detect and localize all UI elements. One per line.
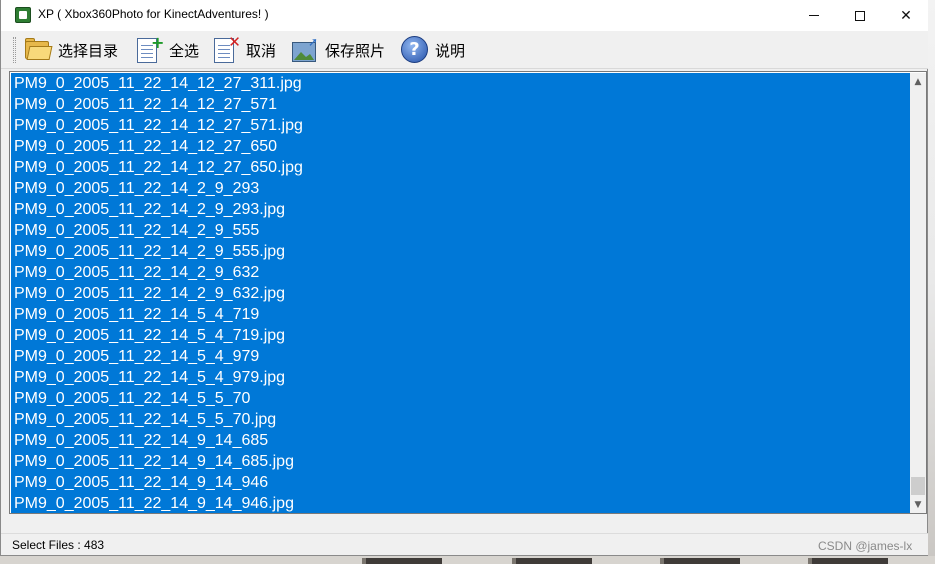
desktop-thumbnail [512,558,592,564]
status-bar: Select Files : 483 [1,533,928,555]
file-list-item[interactable]: PM9_0_2005_11_22_14_9_14_685 [11,430,910,451]
close-icon: ✕ [900,7,912,24]
save-photo-icon: ➚ [290,36,320,64]
document-remove-icon: ✕ [211,35,241,64]
select-directory-label: 选择目录 [58,41,119,60]
title-bar[interactable]: XP ( Xbox360Photo for KinectAdventures! … [1,0,928,31]
file-list-item[interactable]: PM9_0_2005_11_22_14_2_9_293.jpg [11,199,910,220]
help-icon: ? [400,36,430,64]
file-list-item[interactable]: PM9_0_2005_11_22_14_12_27_311.jpg [11,73,910,94]
file-list-item[interactable]: PM9_0_2005_11_22_14_9_14_685.jpg [11,451,910,472]
maximize-button[interactable] [837,0,883,31]
app-icon[interactable] [15,7,31,23]
file-list-item[interactable]: PM9_0_2005_11_22_14_5_4_979 [11,346,910,367]
maximize-icon [855,10,865,21]
select-all-button[interactable]: + 全选 [134,34,199,66]
minimize-icon [809,15,819,16]
desktop-thumbnail [808,558,888,564]
toolbar: 选择目录 + 全选 ✕ 取消 ➚ 保存照片 ? 说明 [1,31,928,69]
file-list-item[interactable]: PM9_0_2005_11_22_14_12_27_650 [11,136,910,157]
file-list-item[interactable]: PM9_0_2005_11_22_14_2_9_632.jpg [11,283,910,304]
folder-icon [23,36,53,64]
cancel-button[interactable]: ✕ 取消 [211,34,276,66]
scroll-up-icon[interactable]: ▲ [910,73,926,90]
file-list-item[interactable]: PM9_0_2005_11_22_14_2_9_555.jpg [11,241,910,262]
file-list-item[interactable]: PM9_0_2005_11_22_14_12_27_650.jpg [11,157,910,178]
select-directory-button[interactable]: 选择目录 [23,34,118,66]
vertical-scrollbar[interactable]: ▲ ▼ [910,73,926,513]
app-window: XP ( Xbox360Photo for KinectAdventures! … [0,0,928,556]
file-list-item[interactable]: PM9_0_2005_11_22_14_12_27_571.jpg [11,115,910,136]
file-list-item[interactable]: PM9_0_2005_11_22_14_5_4_719.jpg [11,325,910,346]
file-listbox[interactable]: PM9_0_2005_11_22_14_12_27_311.jpg PM9_0_2… [9,71,927,514]
help-label: 说明 [435,41,466,60]
save-photos-button[interactable]: ➚ 保存照片 [290,34,385,66]
file-list-item[interactable]: PM9_0_2005_11_22_14_5_4_979.jpg [11,367,910,388]
file-list-item[interactable]: PM9_0_2005_11_22_14_12_27_571 [11,94,910,115]
file-list-item[interactable]: PM9_0_2005_11_22_14_2_9_632 [11,262,910,283]
file-list-item[interactable]: PM9_0_2005_11_22_14_2_9_293 [11,178,910,199]
help-button[interactable]: ? 说明 [400,34,465,66]
window-title: XP ( Xbox360Photo for KinectAdventures! … [38,7,269,21]
watermark: CSDN @james-lx [818,539,913,553]
desktop-background-right [928,0,935,564]
document-add-icon: + [134,35,164,64]
scrollbar-thumb[interactable] [911,477,925,495]
file-list-item[interactable]: PM9_0_2005_11_22_14_5_4_719 [11,304,910,325]
file-list-item[interactable]: PM9_0_2005_11_22_14_9_14_946 [11,472,910,493]
save-photos-label: 保存照片 [325,41,386,60]
select-all-label: 全选 [169,41,200,60]
close-button[interactable]: ✕ [883,0,929,31]
file-list-item[interactable]: PM9_0_2005_11_22_14_5_5_70 [11,388,910,409]
desktop-thumbnail [660,558,740,564]
status-text: Select Files : 483 [12,538,105,552]
scroll-down-icon[interactable]: ▼ [910,496,926,513]
minimize-button[interactable] [791,0,837,31]
desktop-thumbnail [362,558,442,564]
desktop-background-bottom [0,556,935,564]
file-list-item[interactable]: PM9_0_2005_11_22_14_9_14_946.jpg [11,493,910,513]
cancel-label: 取消 [246,41,277,60]
toolbar-grip[interactable] [13,37,16,63]
file-list[interactable]: PM9_0_2005_11_22_14_12_27_311.jpg PM9_0_2… [11,73,910,513]
file-list-item[interactable]: PM9_0_2005_11_22_14_5_5_70.jpg [11,409,910,430]
file-list-item[interactable]: PM9_0_2005_11_22_14_2_9_555 [11,220,910,241]
